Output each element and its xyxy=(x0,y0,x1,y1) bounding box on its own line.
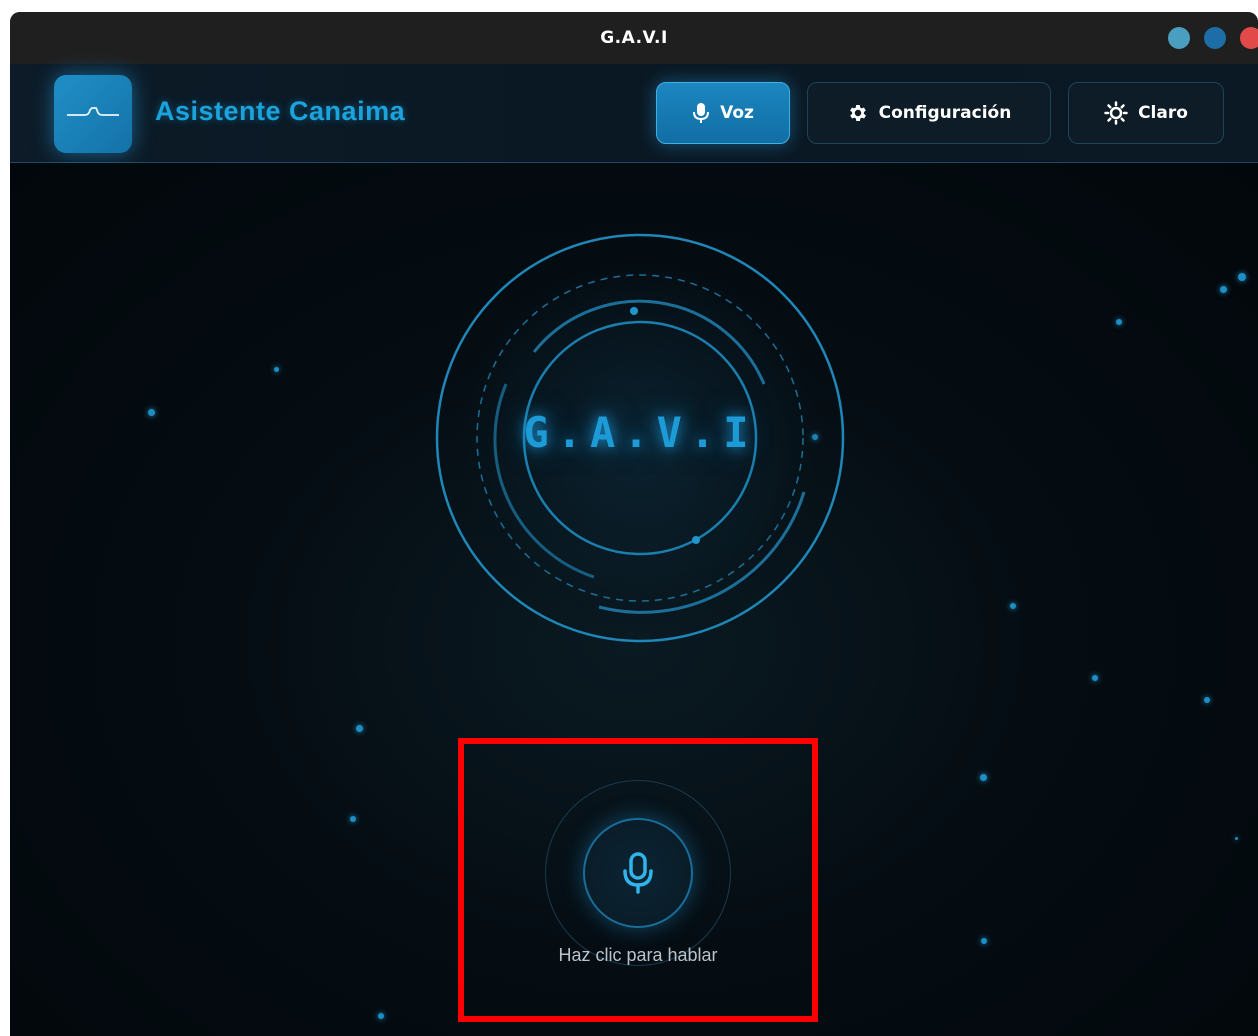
app-window: G.A.V.I Asistente Canaima Voz Configurac… xyxy=(10,12,1258,1036)
minimize-button[interactable] xyxy=(1168,27,1190,49)
mic-hint-label: Haz clic para hablar xyxy=(558,945,718,965)
microphone-icon xyxy=(693,103,710,123)
main-area: G.A.V.I Haz clic para hablar xyxy=(10,163,1258,1036)
particle xyxy=(1116,319,1122,325)
sun-icon xyxy=(1104,101,1128,125)
close-button[interactable] xyxy=(1240,27,1258,49)
maximize-button[interactable] xyxy=(1204,27,1226,49)
title-bar: G.A.V.I xyxy=(10,12,1258,64)
app-header: Asistente Canaima Voz Configuración Clar… xyxy=(10,64,1258,163)
gear-icon xyxy=(849,105,866,121)
particle xyxy=(1092,675,1098,681)
microphone-icon xyxy=(623,852,653,894)
particle xyxy=(1220,286,1227,293)
mic-button[interactable] xyxy=(583,818,693,928)
window-title: G.A.V.I xyxy=(600,28,668,48)
theme-toggle-button[interactable]: Claro xyxy=(1068,82,1224,144)
app-logo xyxy=(54,75,132,153)
app-name: Asistente Canaima xyxy=(155,96,406,126)
particle xyxy=(350,816,356,822)
particle xyxy=(981,938,987,944)
orb-title: G.A.V.I xyxy=(523,408,757,457)
settings-button-label: Configuración xyxy=(878,103,1012,123)
particle xyxy=(1235,837,1238,840)
particle xyxy=(980,774,987,781)
theme-button-label: Claro xyxy=(1138,103,1188,123)
particle xyxy=(148,409,155,416)
particle xyxy=(378,1013,384,1019)
settings-button[interactable]: Configuración xyxy=(807,82,1051,144)
voice-button-label: Voz xyxy=(720,103,754,123)
particle xyxy=(274,367,279,372)
waveform-icon xyxy=(67,107,119,116)
particle xyxy=(356,725,363,732)
voice-mode-button[interactable]: Voz xyxy=(656,82,790,144)
particle xyxy=(1238,273,1246,281)
assistant-orb: G.A.V.I xyxy=(434,232,846,644)
particle xyxy=(1010,603,1016,609)
particle xyxy=(1204,697,1210,703)
